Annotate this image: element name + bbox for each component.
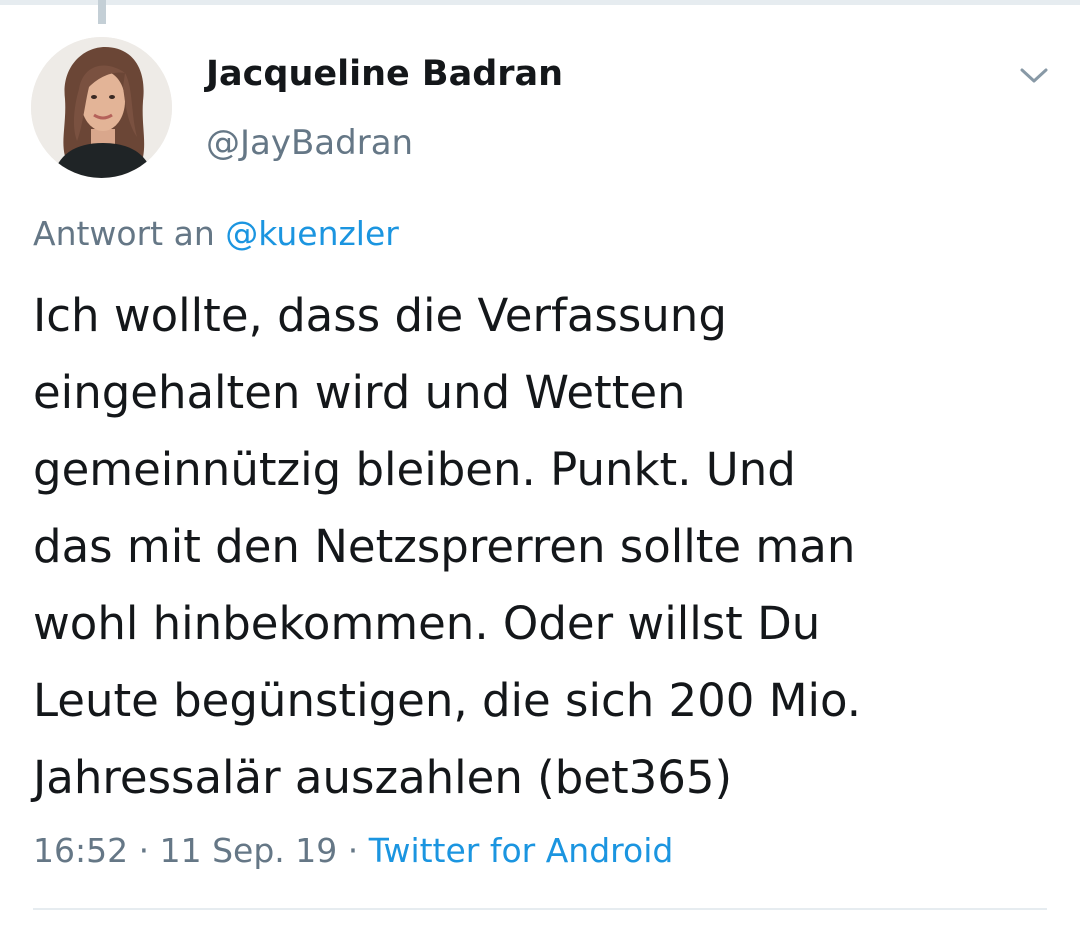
thread-connector-line bbox=[98, 0, 106, 24]
tweet-source-link[interactable]: Twitter for Android bbox=[369, 831, 674, 870]
tweet-text-line: gemeinnützig bleiben. Punkt. Und bbox=[33, 443, 796, 496]
tweet-text-line: eingehalten wird und Wetten bbox=[33, 366, 686, 419]
tweet-metadata: 16:52 · 11 Sep. 19 · Twitter for Android bbox=[33, 828, 673, 874]
tweet-text: Ich wollte, dass die Verfassung eingehal… bbox=[33, 277, 1063, 816]
reply-context: Antwort an @kuenzler bbox=[33, 212, 399, 256]
meta-separator: · bbox=[138, 831, 150, 870]
tweet-text-line: wohl hinbekommen. Oder willst Du bbox=[33, 597, 821, 650]
tweet-card: Jacqueline Badran @JayBadran Antwort an … bbox=[0, 0, 1080, 935]
tweet-date: 11 Sep. 19 bbox=[159, 831, 338, 870]
tweet-time: 16:52 bbox=[33, 831, 129, 870]
chevron-down-icon[interactable] bbox=[1012, 56, 1056, 96]
tweet-text-line: Leute begünstigen, die sich 200 Mio. bbox=[33, 674, 862, 727]
top-separator bbox=[0, 0, 1080, 5]
avatar-image bbox=[31, 37, 172, 178]
avatar[interactable] bbox=[31, 37, 172, 178]
tweet-text-line: Jahressalär auszahlen (bet365) bbox=[33, 751, 733, 804]
author-display-name[interactable]: Jacqueline Badran bbox=[206, 50, 563, 98]
tweet-text-line: Ich wollte, dass die Verfassung bbox=[33, 289, 727, 342]
divider bbox=[33, 908, 1047, 910]
meta-separator: · bbox=[347, 831, 359, 870]
reply-prefix: Antwort an bbox=[33, 214, 215, 253]
author-handle[interactable]: @JayBadran bbox=[206, 120, 413, 166]
tweet-text-line: das mit den Netzsprerren sollte man bbox=[33, 520, 856, 573]
reply-mention-link[interactable]: @kuenzler bbox=[225, 214, 399, 253]
